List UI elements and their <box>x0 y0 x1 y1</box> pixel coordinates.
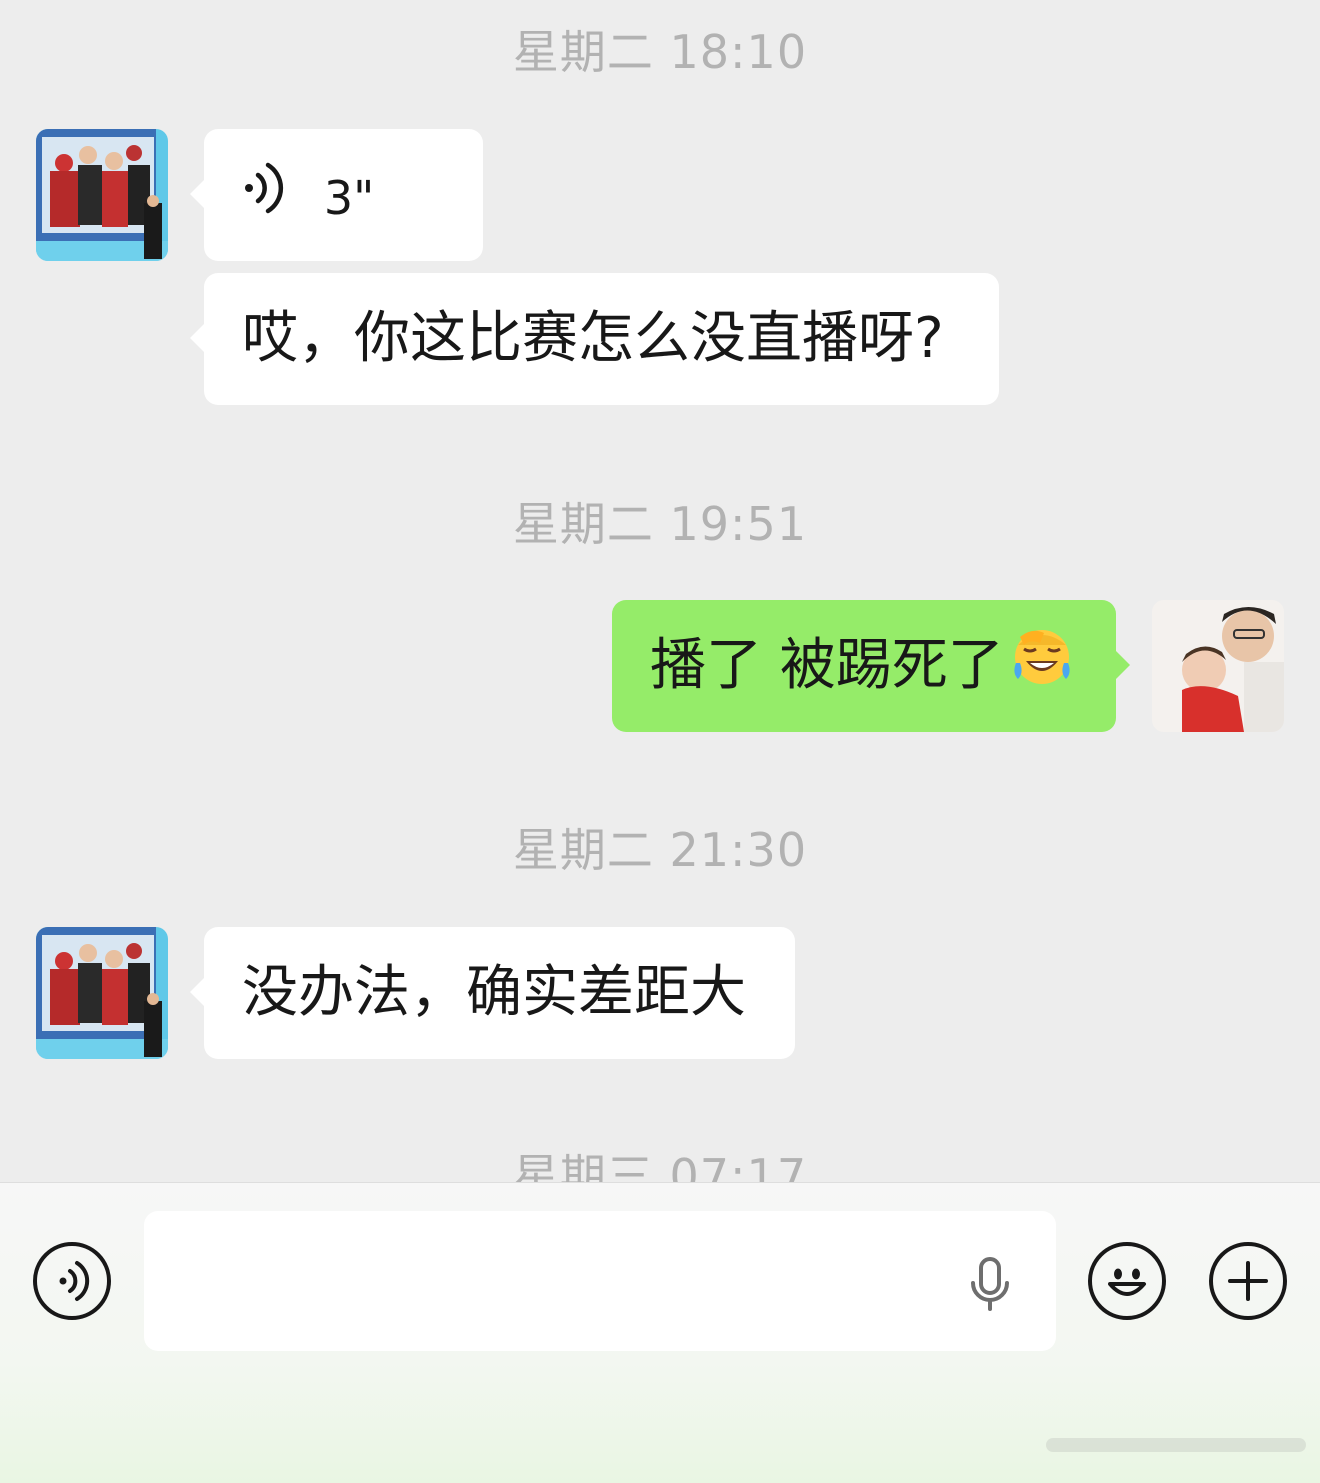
more-button[interactable] <box>1209 1242 1287 1320</box>
plus-icon <box>1228 1261 1268 1301</box>
timestamp: 星期二 21:30 <box>512 823 808 877</box>
received-message-bubble[interactable]: 没办法，确实差距大 <box>190 927 795 1059</box>
smile-icon <box>1108 1268 1146 1296</box>
microphone-icon[interactable] <box>966 1257 1014 1313</box>
emoji-button[interactable] <box>1088 1242 1166 1320</box>
voice-duration: 3" <box>323 170 375 225</box>
sent-message-bubble[interactable]: 播了 被踢死了 <box>612 600 1130 735</box>
timestamp: 星期三 07:17 <box>512 1149 808 1182</box>
voice-icon <box>59 1261 90 1301</box>
message-text: 没办法，确实差距大 <box>242 960 746 1025</box>
timestamp: 星期二 18:10 <box>512 25 808 79</box>
home-indicator <box>1046 1438 1306 1452</box>
message-input[interactable] <box>144 1211 1056 1351</box>
timestamp: 星期二 19:51 <box>512 497 808 551</box>
rolling-on-floor-laughing-emoji-icon <box>1010 603 1074 735</box>
chat-area[interactable]: 星期二 18:10 3" 哎，你这比赛怎么没直播呀? 星期二 19:51 播了 … <box>0 0 1320 1182</box>
message-text: 播了 被踢死了 <box>650 633 1004 698</box>
voice-toggle-button[interactable] <box>33 1242 111 1320</box>
my-avatar[interactable] <box>1152 600 1284 732</box>
voice-wave-icon <box>242 132 284 264</box>
contact-avatar[interactable] <box>36 927 168 1059</box>
message-text: 哎，你这比赛怎么没直播呀? <box>242 306 944 371</box>
contact-avatar[interactable] <box>36 129 168 261</box>
voice-message-bubble[interactable]: 3" <box>190 129 483 264</box>
received-message-bubble[interactable]: 哎，你这比赛怎么没直播呀? <box>190 273 999 405</box>
